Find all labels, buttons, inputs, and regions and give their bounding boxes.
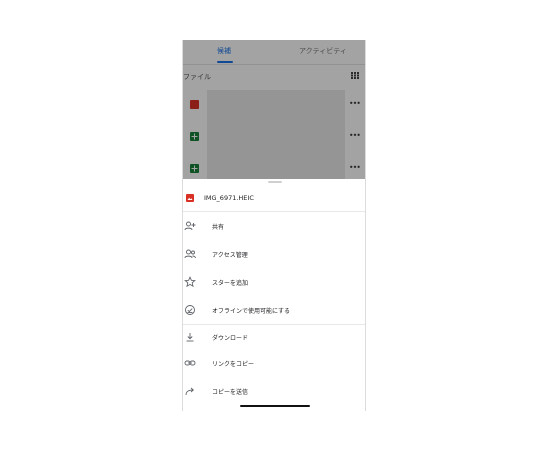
menu-item-share[interactable]: 共有: [183, 213, 365, 239]
send-copy-icon: [184, 385, 196, 397]
menu-item-add-star[interactable]: スターを追加: [183, 269, 365, 295]
menu-item-label: リンクをコピー: [212, 361, 255, 368]
link-icon: [184, 357, 196, 369]
action-sheet: IMG_6971.HEIC 共有 アクセス管理 スターを追加 オフラインで使用可…: [183, 179, 365, 411]
menu-item-label: アクセス管理: [212, 252, 248, 259]
person-add-icon: [184, 220, 196, 232]
menu-item-label: コピーを送信: [212, 389, 249, 396]
menu-item-label: 共有: [212, 224, 225, 231]
star-icon: [184, 276, 196, 288]
download-icon: [184, 331, 196, 343]
sheet-header: IMG_6971.HEIC: [183, 183, 365, 212]
image-file-icon: [186, 194, 194, 202]
home-indicator[interactable]: [240, 405, 310, 407]
menu-item-copy-link[interactable]: リンクをコピー: [183, 350, 365, 376]
menu-item-download[interactable]: ダウンロード: [183, 324, 365, 350]
menu-item-label: スターを追加: [212, 280, 249, 287]
menu-item-label: ダウンロード: [212, 335, 249, 342]
phone-screen: 候補 アクティビティ ファイル ••• ••• ••• IMG_6971.HEI…: [182, 40, 366, 411]
manage-access-icon: [184, 248, 196, 260]
dim-overlay[interactable]: [183, 40, 365, 182]
offline-icon: [184, 304, 196, 316]
menu-item-make-offline[interactable]: オフラインで使用可能にする: [183, 297, 365, 323]
file-name: IMG_6971.HEIC: [204, 194, 254, 202]
menu-item-manage-access[interactable]: アクセス管理: [183, 241, 365, 267]
menu-item-send-copy[interactable]: コピーを送信: [183, 378, 365, 404]
menu-item-label: オフラインで使用可能にする: [212, 308, 291, 315]
